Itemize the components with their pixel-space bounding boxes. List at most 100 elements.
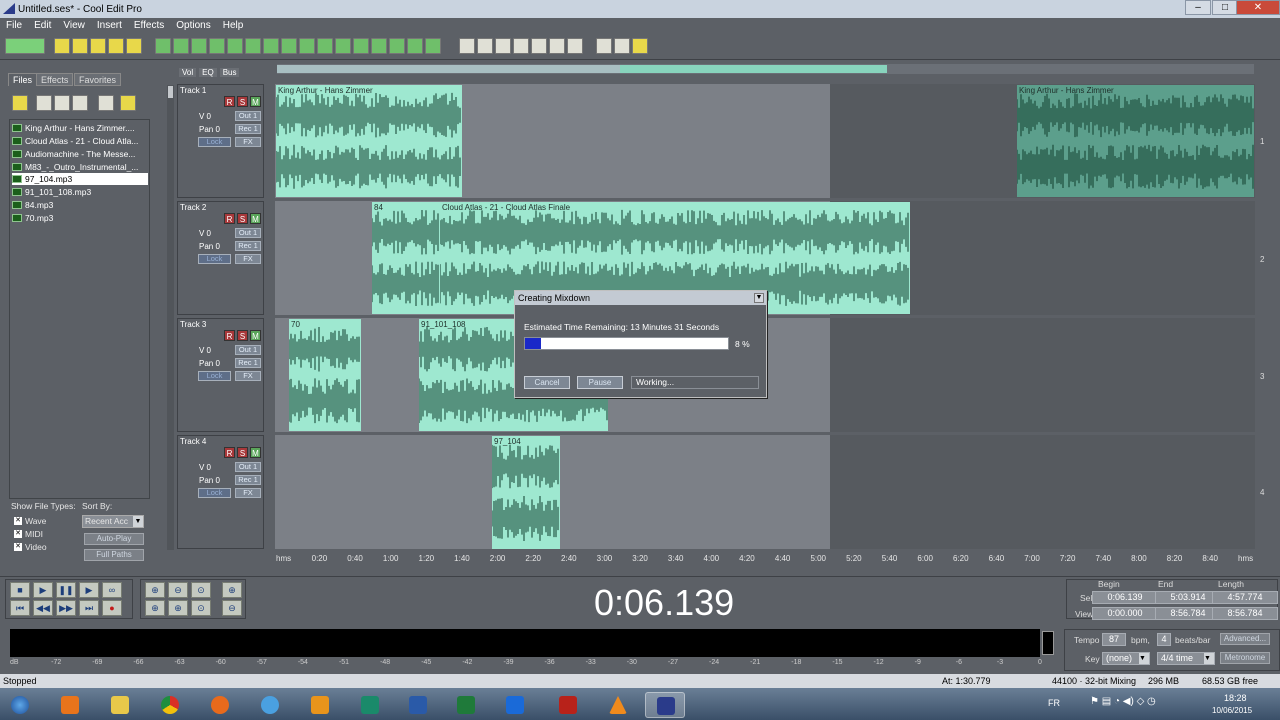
tab-eq[interactable]: EQ [199,68,217,77]
lock-button[interactable]: Lock [198,371,231,381]
sel-length-field[interactable]: 4:57.774 [1212,591,1278,604]
save-all-icon[interactable] [126,38,142,54]
track-icon[interactable] [209,38,225,54]
chevron-down-icon[interactable]: ▼ [754,293,764,303]
loop-button[interactable]: ∞ [102,582,122,598]
volume-field[interactable]: V 0 [199,229,211,238]
menu-edit[interactable]: Edit [34,20,51,31]
volume-field[interactable]: V 0 [199,346,211,355]
view-length-field[interactable]: 8:56.784 [1212,607,1278,620]
envelope-icon[interactable] [227,38,243,54]
open-icon[interactable] [72,38,88,54]
effect1-icon[interactable] [459,38,475,54]
grid-icon[interactable] [191,38,207,54]
pan-field[interactable]: Pan 0 [199,125,220,134]
metronome-button[interactable]: Metronome [1220,652,1270,664]
output-button[interactable]: Out 1 [235,345,261,355]
list-item[interactable]: Cloud Atlas - 21 - Cloud Atla... [12,135,148,147]
zoom-out-icon[interactable]: ⊖ [168,582,188,598]
time-signature-select[interactable]: 4/4 time ▼ [1157,652,1215,665]
tab-effects[interactable]: Effects [36,73,74,86]
audio-clip[interactable]: 70 [289,319,361,431]
view-begin-field[interactable]: 0:00.000 [1092,607,1158,620]
taskbar-firefox[interactable] [200,692,240,718]
fx-button[interactable]: FX [235,254,261,264]
list-item[interactable]: M83_-_Outro_Instrumental_... [12,161,148,173]
close-button[interactable]: ✕ [1236,0,1280,15]
list-item[interactable]: 91_101_108.mp3 [12,186,148,198]
volume-field[interactable]: V 0 [199,463,211,472]
start-button[interactable] [0,692,40,718]
type-video[interactable]: ✕ Video [14,542,47,552]
record-arm-button[interactable]: R [224,330,235,341]
insert-icon[interactable] [54,95,70,111]
record-arm-button[interactable]: R [224,447,235,458]
list-item-selected[interactable]: 97_104.mp3 [12,173,148,185]
cancel-button[interactable]: Cancel [524,376,570,389]
clock-date[interactable]: 10/06/2015 [1212,706,1252,715]
solo-button[interactable]: S [237,96,248,107]
record-input-button[interactable]: Rec 1 [235,358,261,368]
sel-begin-field[interactable]: 0:06.139 [1092,591,1158,604]
chevron-down-icon[interactable]: ▼ [1139,653,1149,664]
language-indicator[interactable]: FR [1048,698,1060,708]
track-scrollbar[interactable] [167,85,174,550]
type-wave[interactable]: ✕ Wave [14,516,46,526]
type-midi[interactable]: ✕ MIDI [14,529,43,539]
panel-help-icon[interactable] [120,95,136,111]
clip-icon[interactable] [317,38,333,54]
snap-icon[interactable] [245,38,261,54]
list-item[interactable]: King Arthur - Hans Zimmer.... [12,122,148,134]
menu-view[interactable]: View [63,20,85,31]
scroll-thumb[interactable] [168,86,173,98]
tab-vol[interactable]: Vol [179,68,197,77]
taskbar-ie[interactable] [250,692,290,718]
fx-button[interactable]: FX [235,371,261,381]
edit-file-icon[interactable] [72,95,88,111]
advanced-button[interactable]: Advanced... [1220,633,1270,645]
device-icon[interactable] [614,38,630,54]
overview-view[interactable] [277,65,620,73]
record-input-button[interactable]: Rec 1 [235,241,261,251]
tab-files[interactable]: Files [8,73,38,86]
zoom-vertical-in-icon[interactable]: ⊕ [222,582,242,598]
sort-select[interactable]: Recent Acc ▼ [82,515,144,528]
close-file-icon[interactable] [36,95,52,111]
record-arm-button[interactable]: R [224,213,235,224]
lock-button[interactable]: Lock [198,488,231,498]
record-icon[interactable] [299,38,315,54]
time-stretch-icon[interactable] [371,38,387,54]
pause-transport-button[interactable]: ❚❚ [56,582,76,598]
new-icon[interactable] [54,38,70,54]
record-button[interactable]: ● [102,600,122,616]
audio-clip[interactable]: 84 [372,202,440,314]
effect2-icon[interactable] [477,38,493,54]
pan-icon[interactable] [407,38,423,54]
pan-field[interactable]: Pan 0 [199,476,220,485]
output-button[interactable]: Out 1 [235,462,261,472]
mute-button[interactable]: M [250,213,261,224]
beats-field[interactable]: 4 [1157,633,1171,646]
taskbar-outlook[interactable] [300,692,340,718]
list-item[interactable]: 70.mp3 [12,212,148,224]
menu-effects[interactable]: Effects [134,20,164,31]
record-arm-button[interactable]: R [224,96,235,107]
audio-clip[interactable]: 97_104 [492,436,560,549]
play-to-end-button[interactable]: ▶ [79,582,99,598]
zoom-right-icon[interactable]: ⊕ [168,600,188,616]
taskbar-publisher[interactable] [350,692,390,718]
solo-button[interactable]: S [237,447,248,458]
fx-button[interactable]: FX [235,488,261,498]
mix-icon[interactable] [173,38,189,54]
open-folder-icon[interactable] [90,38,106,54]
tab-bus[interactable]: Bus [219,68,240,77]
audio-clip[interactable]: King Arthur - Hans Zimmer [1017,85,1254,197]
zoom-in-icon[interactable]: ⊕ [145,582,165,598]
volume-icon[interactable] [425,38,441,54]
solo-button[interactable]: S [237,213,248,224]
mute-button[interactable]: M [250,447,261,458]
lock-button[interactable]: Lock [198,137,231,147]
tray-icons[interactable]: ⚑ ▤ ◔ ◀) ◇ ◷ [1090,696,1156,707]
go-start-button[interactable]: ⏮ [10,600,30,616]
taskbar-media[interactable] [50,692,90,718]
